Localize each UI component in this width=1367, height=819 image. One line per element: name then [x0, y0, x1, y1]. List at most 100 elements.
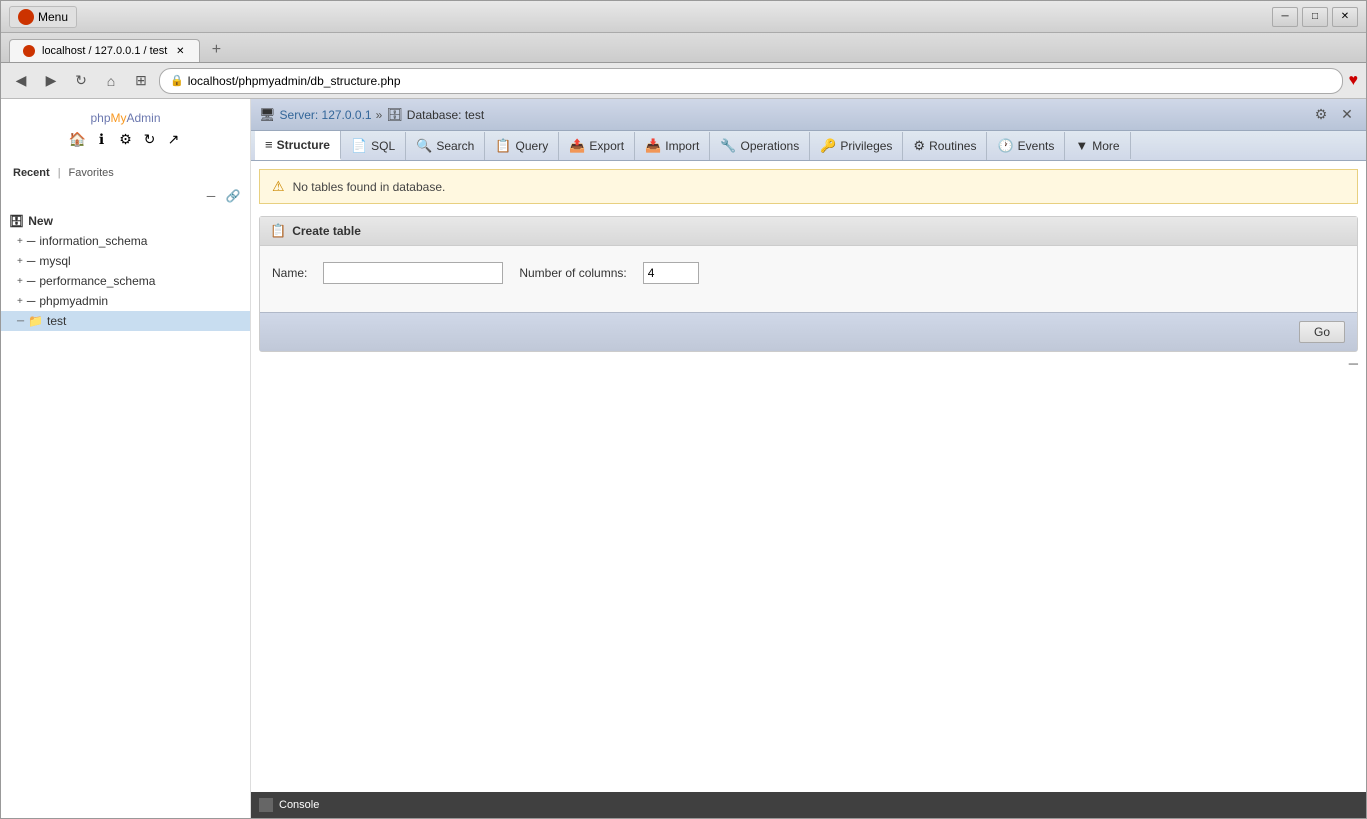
info-icon[interactable]: ℹ	[92, 129, 112, 149]
grid-button[interactable]: ⊞	[129, 69, 153, 93]
tab-query[interactable]: 📋 Query	[485, 132, 559, 160]
db-tree: 🗄 New + ─ information_schema + ─ mysql +…	[1, 207, 250, 335]
collapse-sidebar-button[interactable]: ─	[202, 187, 220, 205]
tab-close-button[interactable]: ✕	[173, 44, 187, 58]
columns-input[interactable]	[643, 262, 699, 284]
section-collapse-icon[interactable]: ─	[1349, 356, 1358, 371]
sidebar-controls: ─ 🔗	[1, 185, 250, 207]
new-database-item[interactable]: 🗄 New	[1, 211, 250, 231]
browser-tab-active[interactable]: localhost / 127.0.0.1 / test ✕	[9, 39, 200, 62]
db-icon: 📁	[28, 314, 43, 328]
operations-tab-icon: 🔧	[720, 138, 736, 154]
tab-bar: localhost / 127.0.0.1 / test ✕ +	[1, 33, 1366, 63]
query-tab-icon: 📋	[495, 138, 511, 154]
section-header: 📋 Create table	[260, 217, 1357, 246]
window-controls: ─ □ ✕	[1272, 7, 1358, 27]
console-icon	[259, 798, 273, 812]
close-button[interactable]: ✕	[1332, 7, 1358, 27]
privileges-tab-icon: 🔑	[820, 138, 836, 154]
tab-routines[interactable]: ⚙ Routines	[903, 132, 987, 160]
alert-message: No tables found in database.	[293, 180, 446, 194]
main-area: phpMyAdmin 🏠 ℹ ⚙ ↻ ↗ Recent | Favorites …	[1, 99, 1366, 818]
address-bar: ◀ ▶ ↻ ⌂ ⊞ 🔒 ♥	[1, 63, 1366, 99]
new-label: New	[28, 214, 53, 228]
export-tab-label: Export	[589, 139, 624, 153]
menu-label: Menu	[38, 10, 68, 24]
db-item-mysql[interactable]: + ─ mysql	[1, 251, 250, 271]
breadcrumb: 🖥 Server: 127.0.0.1 » 🗄 Database: test	[259, 107, 484, 123]
name-label: Name:	[272, 266, 307, 280]
search-tab-icon: 🔍	[416, 138, 432, 154]
tab-privileges[interactable]: 🔑 Privileges	[810, 132, 903, 160]
logo-admin: Admin	[127, 111, 161, 125]
alert-box: ⚠ No tables found in database.	[259, 169, 1358, 204]
address-input[interactable]	[188, 74, 1332, 88]
panel-header-controls: ⚙ ✕	[1310, 104, 1358, 126]
lock-icon: 🔒	[170, 74, 184, 87]
db-tabs: ≡ Structure 📄 SQL 🔍 Search 📋 Query 📤	[251, 131, 1366, 161]
tab-events[interactable]: 🕐 Events	[987, 132, 1065, 160]
db-icon: ─	[27, 274, 36, 288]
logo-php: php	[90, 111, 110, 125]
panel-settings-button[interactable]: ⚙	[1310, 104, 1332, 126]
db-item-information-schema[interactable]: + ─ information_schema	[1, 231, 250, 251]
logo-text: phpMyAdmin	[13, 111, 238, 125]
tab-more[interactable]: ▼ More	[1065, 132, 1130, 159]
db-item-phpmyadmin[interactable]: + ─ phpmyadmin	[1, 291, 250, 311]
tab-search[interactable]: 🔍 Search	[406, 132, 485, 160]
tab-import[interactable]: 📥 Import	[635, 132, 710, 160]
new-icon: 🗄	[9, 214, 24, 228]
privileges-tab-label: Privileges	[840, 139, 892, 153]
db-name: information_schema	[39, 234, 147, 248]
tab-sql[interactable]: 📄 SQL	[341, 132, 406, 160]
refresh-db-icon[interactable]: ↻	[140, 129, 160, 149]
recent-nav-item[interactable]: Recent	[9, 165, 54, 181]
db-icon: ─	[27, 234, 36, 248]
expand-icon: ─	[17, 316, 24, 327]
events-tab-label: Events	[1018, 139, 1055, 153]
db-name: phpmyadmin	[39, 294, 108, 308]
db-name: performance_schema	[39, 274, 155, 288]
db-item-performance-schema[interactable]: + ─ performance_schema	[1, 271, 250, 291]
favorites-nav-item[interactable]: Favorites	[65, 165, 118, 181]
export-tab-icon: 📤	[569, 138, 585, 154]
database-icon: 🗄	[386, 107, 403, 123]
console-bar[interactable]: Console	[251, 792, 1366, 818]
link-icon[interactable]: 🔗	[224, 187, 242, 205]
logo-my: My	[111, 111, 127, 125]
panel-header: 🖥 Server: 127.0.0.1 » 🗄 Database: test ⚙…	[251, 99, 1366, 131]
home-button[interactable]: ⌂	[99, 69, 123, 93]
content-body: ⚠ No tables found in database. 📋 Create …	[251, 161, 1366, 792]
table-name-input[interactable]	[323, 262, 503, 284]
expand-icon: +	[17, 256, 23, 267]
query-tab-label: Query	[516, 139, 549, 153]
sidebar-logo: phpMyAdmin 🏠 ℹ ⚙ ↻ ↗	[1, 99, 250, 161]
tab-operations[interactable]: 🔧 Operations	[710, 132, 810, 160]
minimize-button[interactable]: ─	[1272, 7, 1298, 27]
sql-tab-icon: 📄	[351, 138, 367, 154]
form-row: Name: Number of columns:	[272, 262, 1345, 284]
columns-label: Number of columns:	[519, 266, 626, 280]
menu-button[interactable]: Menu	[9, 6, 77, 28]
panel-collapse-button[interactable]: ✕	[1336, 104, 1358, 126]
structure-tab-label: Structure	[277, 138, 330, 152]
external-link-icon[interactable]: ↗	[164, 129, 184, 149]
db-item-test[interactable]: ─ 📁 test	[1, 311, 250, 331]
maximize-button[interactable]: □	[1302, 7, 1328, 27]
new-tab-button[interactable]: +	[204, 38, 228, 62]
settings-icon[interactable]: ⚙	[116, 129, 136, 149]
section-body: Name: Number of columns:	[260, 246, 1357, 312]
tab-export[interactable]: 📤 Export	[559, 132, 635, 160]
search-tab-label: Search	[436, 139, 474, 153]
tab-structure[interactable]: ≡ Structure	[255, 131, 341, 160]
server-breadcrumb[interactable]: Server: 127.0.0.1	[280, 108, 372, 122]
address-bar-input-wrap: 🔒	[159, 68, 1343, 94]
forward-button[interactable]: ▶	[39, 69, 63, 93]
go-button[interactable]: Go	[1299, 321, 1345, 343]
home-icon[interactable]: 🏠	[68, 129, 88, 149]
console-label: Console	[279, 799, 319, 811]
refresh-button[interactable]: ↻	[69, 69, 93, 93]
bookmark-button[interactable]: ♥	[1349, 72, 1359, 90]
back-button[interactable]: ◀	[9, 69, 33, 93]
tab-favicon	[22, 44, 36, 58]
